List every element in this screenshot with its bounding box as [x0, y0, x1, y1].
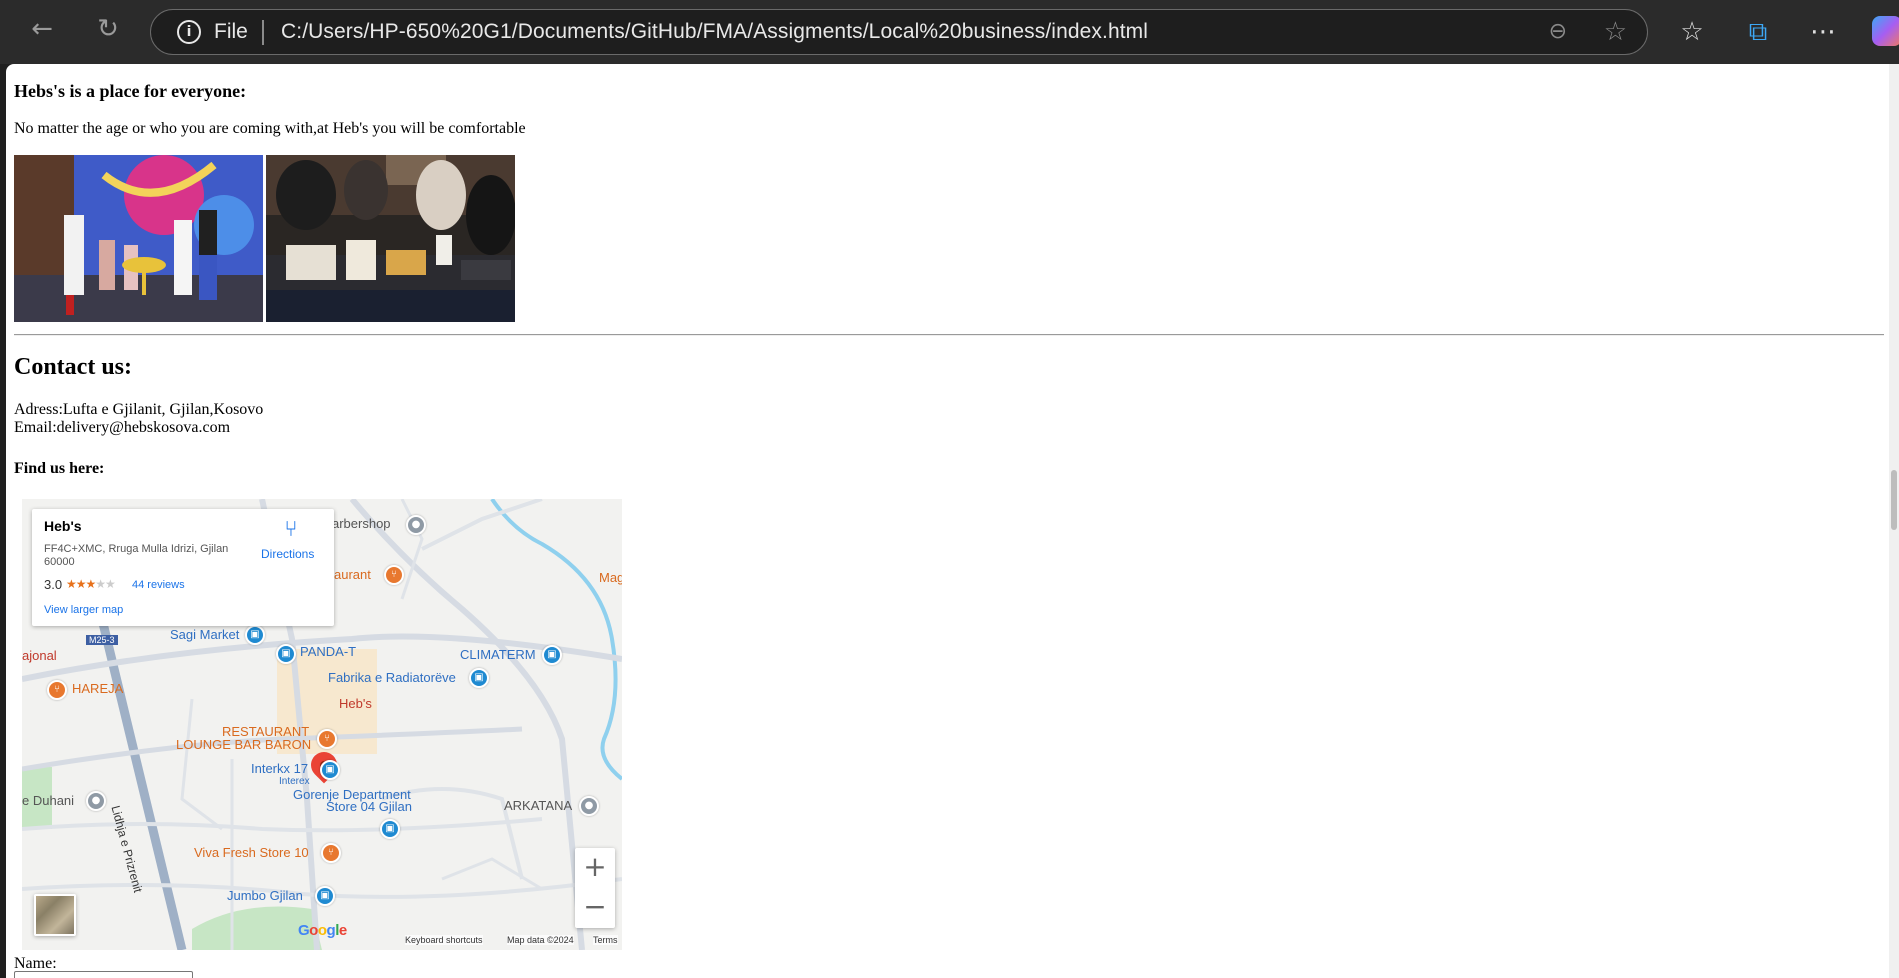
zoom-out-icon[interactable]: ⊖: [1549, 19, 1567, 44]
map-label-panda-t: PANDA-T: [300, 644, 357, 659]
map-label-duhani: e Duhani: [22, 793, 75, 808]
copilot-icon[interactable]: [1872, 16, 1899, 46]
map-pin-hareja-icon[interactable]: ⑂: [47, 680, 67, 700]
zoom-out-button[interactable]: −: [575, 888, 615, 928]
photo-friends-mural: [14, 155, 263, 322]
place-name: Heb's: [44, 518, 82, 534]
map-label-barbershop: arbershop: [332, 516, 391, 531]
directions-link[interactable]: Directions: [261, 547, 314, 561]
map-label-hareja: HAREJA: [72, 681, 124, 696]
map-pin-baron-icon[interactable]: ⑂: [317, 729, 337, 749]
rating-stars-icon: ★★★★★: [66, 577, 116, 591]
keyboard-shortcuts-link[interactable]: Keyboard shortcuts: [405, 935, 483, 945]
page-scrollbar-thumb[interactable]: [1891, 470, 1897, 530]
map-label-sagi-market: Sagi Market: [170, 627, 240, 642]
map-label-arkatana: ARKATANA: [504, 798, 573, 813]
map-place-card: Heb's FF4C+XMC, Rruga Mulla Idrizi, Gjil…: [32, 509, 334, 626]
map-pin-barbershop-icon[interactable]: ●: [406, 515, 426, 535]
refresh-icon[interactable]: ↻: [93, 14, 123, 44]
google-map-embed[interactable]: arbershop ● aurant ⑂ Mag Sagi Market ▣ M…: [22, 499, 622, 950]
find-us-label: Find us here:: [14, 460, 105, 477]
map-pin-climaterm-icon[interactable]: ▣: [542, 645, 562, 665]
map-label-jumbo: Jumbo Gjilan: [227, 888, 303, 903]
map-pin-fabrika-icon[interactable]: ▣: [469, 668, 489, 688]
map-label-mag: Mag: [599, 570, 622, 585]
address-divider: [262, 20, 264, 45]
map-label-baron-2: LOUNGE BAR BARON: [176, 737, 312, 752]
map-label-gorenje-2: Store 04 Gjilan: [326, 799, 412, 814]
place-rating: 3.0: [44, 577, 63, 592]
more-options-icon[interactable]: ⋯: [1807, 16, 1839, 48]
map-label-restaurant: aurant: [334, 567, 371, 582]
back-icon[interactable]: ←: [27, 14, 57, 44]
url-text[interactable]: C:/Users/HP-650%20G1/Documents/GitHub/FM…: [281, 20, 1148, 44]
reviews-link[interactable]: 44 reviews: [132, 579, 185, 591]
map-label-fabrika: Fabrika e Radiatorëve: [328, 670, 456, 685]
browser-toolbar: ← ↻ i File C:/Users/HP-650%20G1/Document…: [0, 0, 1899, 64]
map-pin-shop-icon[interactable]: ▣: [245, 625, 265, 645]
site-info-label[interactable]: File: [214, 20, 248, 44]
contact-heading: Contact us:: [14, 354, 132, 380]
everyone-heading: Hebs's is a place for everyone:: [14, 81, 247, 101]
directions-icon[interactable]: ⑂: [280, 519, 302, 541]
map-label-interex: Interex: [279, 776, 310, 787]
google-logo: Google: [298, 922, 347, 939]
map-label-climaterm: CLIMATERM: [460, 647, 536, 662]
map-label-hebs: Heb's: [339, 696, 372, 711]
section-divider: [14, 334, 1884, 336]
map-pin-viva-icon[interactable]: ⑂: [321, 843, 341, 863]
view-larger-map-link[interactable]: View larger map: [44, 604, 123, 616]
collections-icon[interactable]: ⧉: [1742, 16, 1774, 48]
place-address: FF4C+XMC, Rruga Mulla Idrizi, Gjilan 600…: [44, 543, 229, 568]
map-label-interkx: Interkx 17: [251, 761, 309, 776]
email-line: Email:delivery@hebskosova.com: [14, 419, 231, 436]
map-pin-gorenje-icon[interactable]: ▣: [380, 819, 400, 839]
page-viewport: Hebs's is a place for everyone: No matte…: [6, 64, 1893, 978]
map-pin-arkatana-icon[interactable]: ●: [579, 796, 599, 816]
name-input[interactable]: [14, 971, 193, 978]
info-icon[interactable]: i: [177, 20, 201, 44]
zoom-in-button[interactable]: +: [575, 848, 615, 888]
map-pin-panda-icon[interactable]: ▣: [276, 644, 296, 664]
favorite-star-icon[interactable]: ☆: [1604, 17, 1627, 47]
map-data-attribution: Map data ©2024: [507, 935, 574, 945]
photo-people-eating: [266, 155, 515, 322]
map-label-viva: Viva Fresh Store 10: [194, 845, 309, 860]
address-bar[interactable]: i File C:/Users/HP-650%20G1/Documents/Gi…: [150, 9, 1648, 55]
address-line: Adress:Lufta e Gjilanit, Gjilan,Kosovo: [14, 401, 264, 418]
terms-link[interactable]: Terms: [593, 935, 618, 945]
map-pin-restaurant-icon[interactable]: ⑂: [384, 565, 404, 585]
favorites-icon[interactable]: ☆: [1676, 16, 1708, 48]
everyone-text: No matter the age or who you are coming …: [14, 120, 526, 137]
satellite-toggle-thumbnail[interactable]: [34, 894, 76, 936]
map-road-badge: M25-3: [86, 635, 118, 645]
map-pin-duhani-icon[interactable]: ●: [86, 791, 106, 811]
map-pin-jumbo-icon[interactable]: ▣: [315, 886, 335, 906]
map-zoom-controls: + −: [575, 848, 615, 928]
map-pin-interkx-icon[interactable]: ▣: [320, 760, 340, 780]
contact-info: Adress:Lufta e Gjilanit, Gjilan,Kosovo E…: [14, 401, 263, 437]
map-label-ajonal: ajonal: [22, 648, 57, 663]
